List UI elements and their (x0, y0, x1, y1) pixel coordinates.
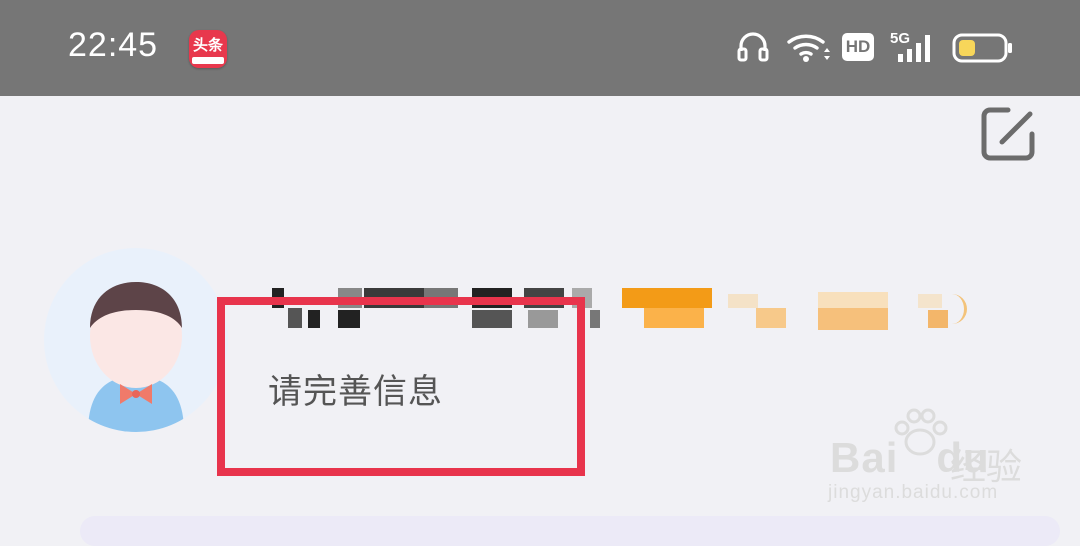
app-icon-label: 头条 (192, 36, 223, 54)
status-bar: 22:45 头条 HD 5G (0, 0, 1080, 96)
bottom-card[interactable] (80, 516, 1060, 546)
default-avatar-icon[interactable] (44, 248, 228, 432)
wifi-icon (787, 34, 830, 62)
avatar-illustration (88, 282, 184, 432)
watermark-url: jingyan.baidu.com (828, 482, 999, 503)
highlight-annotation-box (217, 297, 585, 476)
signal-5g-icon (898, 35, 930, 62)
status-time: 22:45 (68, 26, 159, 64)
headset-icon (737, 32, 769, 62)
edit-icon[interactable] (978, 104, 1038, 164)
toutiao-app-icon: 头条 (189, 30, 227, 68)
hd-icon: HD (842, 33, 874, 61)
battery-icon (952, 33, 1012, 63)
